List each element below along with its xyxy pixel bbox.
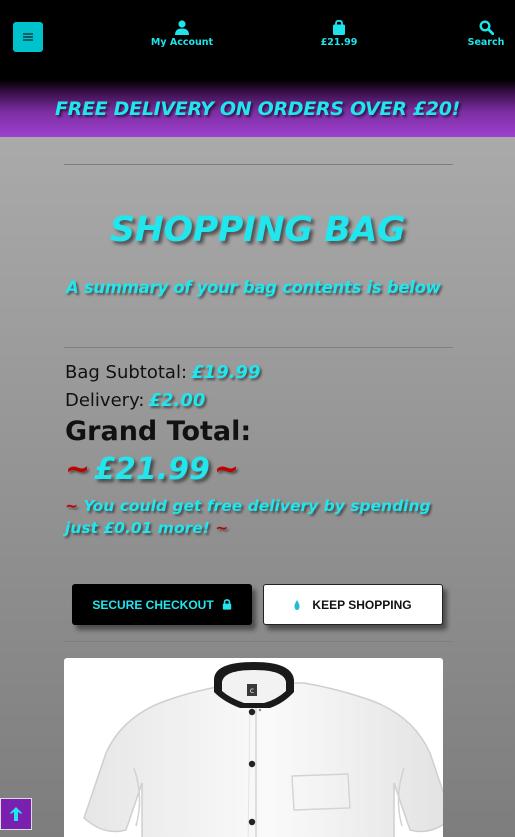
divider [64, 641, 453, 642]
my-account-label: My Account [150, 37, 214, 48]
subtotal-value: £19.99 [191, 362, 261, 383]
my-account-link[interactable]: My Account [150, 20, 214, 48]
subtotal-label: Bag Subtotal: [65, 362, 188, 383]
keep-shopping-button[interactable]: KEEP SHOPPING [263, 584, 443, 625]
grand-total-label: Grand Total: [65, 416, 252, 447]
user-icon [175, 20, 189, 35]
droplet-icon [294, 599, 300, 610]
arrow-up-icon [9, 807, 23, 821]
product-image: c [83, 662, 443, 837]
svg-text:c: c [250, 686, 254, 695]
bag-link[interactable]: £21.99 [314, 20, 364, 48]
subtotal-row: Bag Subtotal: £19.99 [65, 362, 260, 383]
shopping-bag-icon [333, 20, 345, 35]
delivery-row: Delivery: £2.00 [65, 390, 205, 411]
bag-total-label: £21.99 [320, 37, 358, 48]
free-delivery-message: ~ You could get free delivery by spendin… [65, 495, 455, 539]
divider [64, 164, 453, 165]
search-label: Search [467, 37, 505, 48]
search-link[interactable]: Search [464, 20, 508, 48]
search-icon [478, 20, 494, 35]
product-card[interactable]: c [64, 658, 443, 837]
divider [64, 347, 453, 348]
delivery-label: Delivery: [65, 390, 145, 411]
promo-text: FREE DELIVERY ON ORDERS OVER £20! [54, 97, 460, 120]
keep-shopping-label: KEEP SHOPPING [312, 597, 412, 612]
page-title: SHOPPING BAG [109, 210, 406, 250]
grand-total-row: ~ £21.99 ~ [65, 452, 239, 487]
secure-checkout-button[interactable]: SECURE CHECKOUT [72, 584, 252, 625]
tilde-decoration: ~ [65, 452, 91, 487]
back-to-top-button[interactable] [0, 798, 32, 830]
tilde-decoration: ~ [65, 497, 78, 515]
free-delivery-text: You could get free delivery by spending … [65, 497, 431, 537]
promo-banner: FREE DELIVERY ON ORDERS OVER £20! [0, 80, 515, 137]
tilde-decoration: ~ [215, 519, 229, 537]
menu-button[interactable] [13, 22, 43, 52]
lock-icon [222, 599, 231, 610]
top-nav-bar: My Account £21.99 Search [0, 0, 515, 80]
tilde-decoration: ~ [213, 452, 240, 487]
grand-total-value: £21.99 [94, 452, 210, 487]
page-subtitle: A summary of your bag contents is below [66, 278, 441, 297]
delivery-value: £2.00 [148, 390, 206, 411]
hamburger-menu-icon [23, 33, 33, 41]
secure-checkout-label: SECURE CHECKOUT [92, 597, 214, 612]
